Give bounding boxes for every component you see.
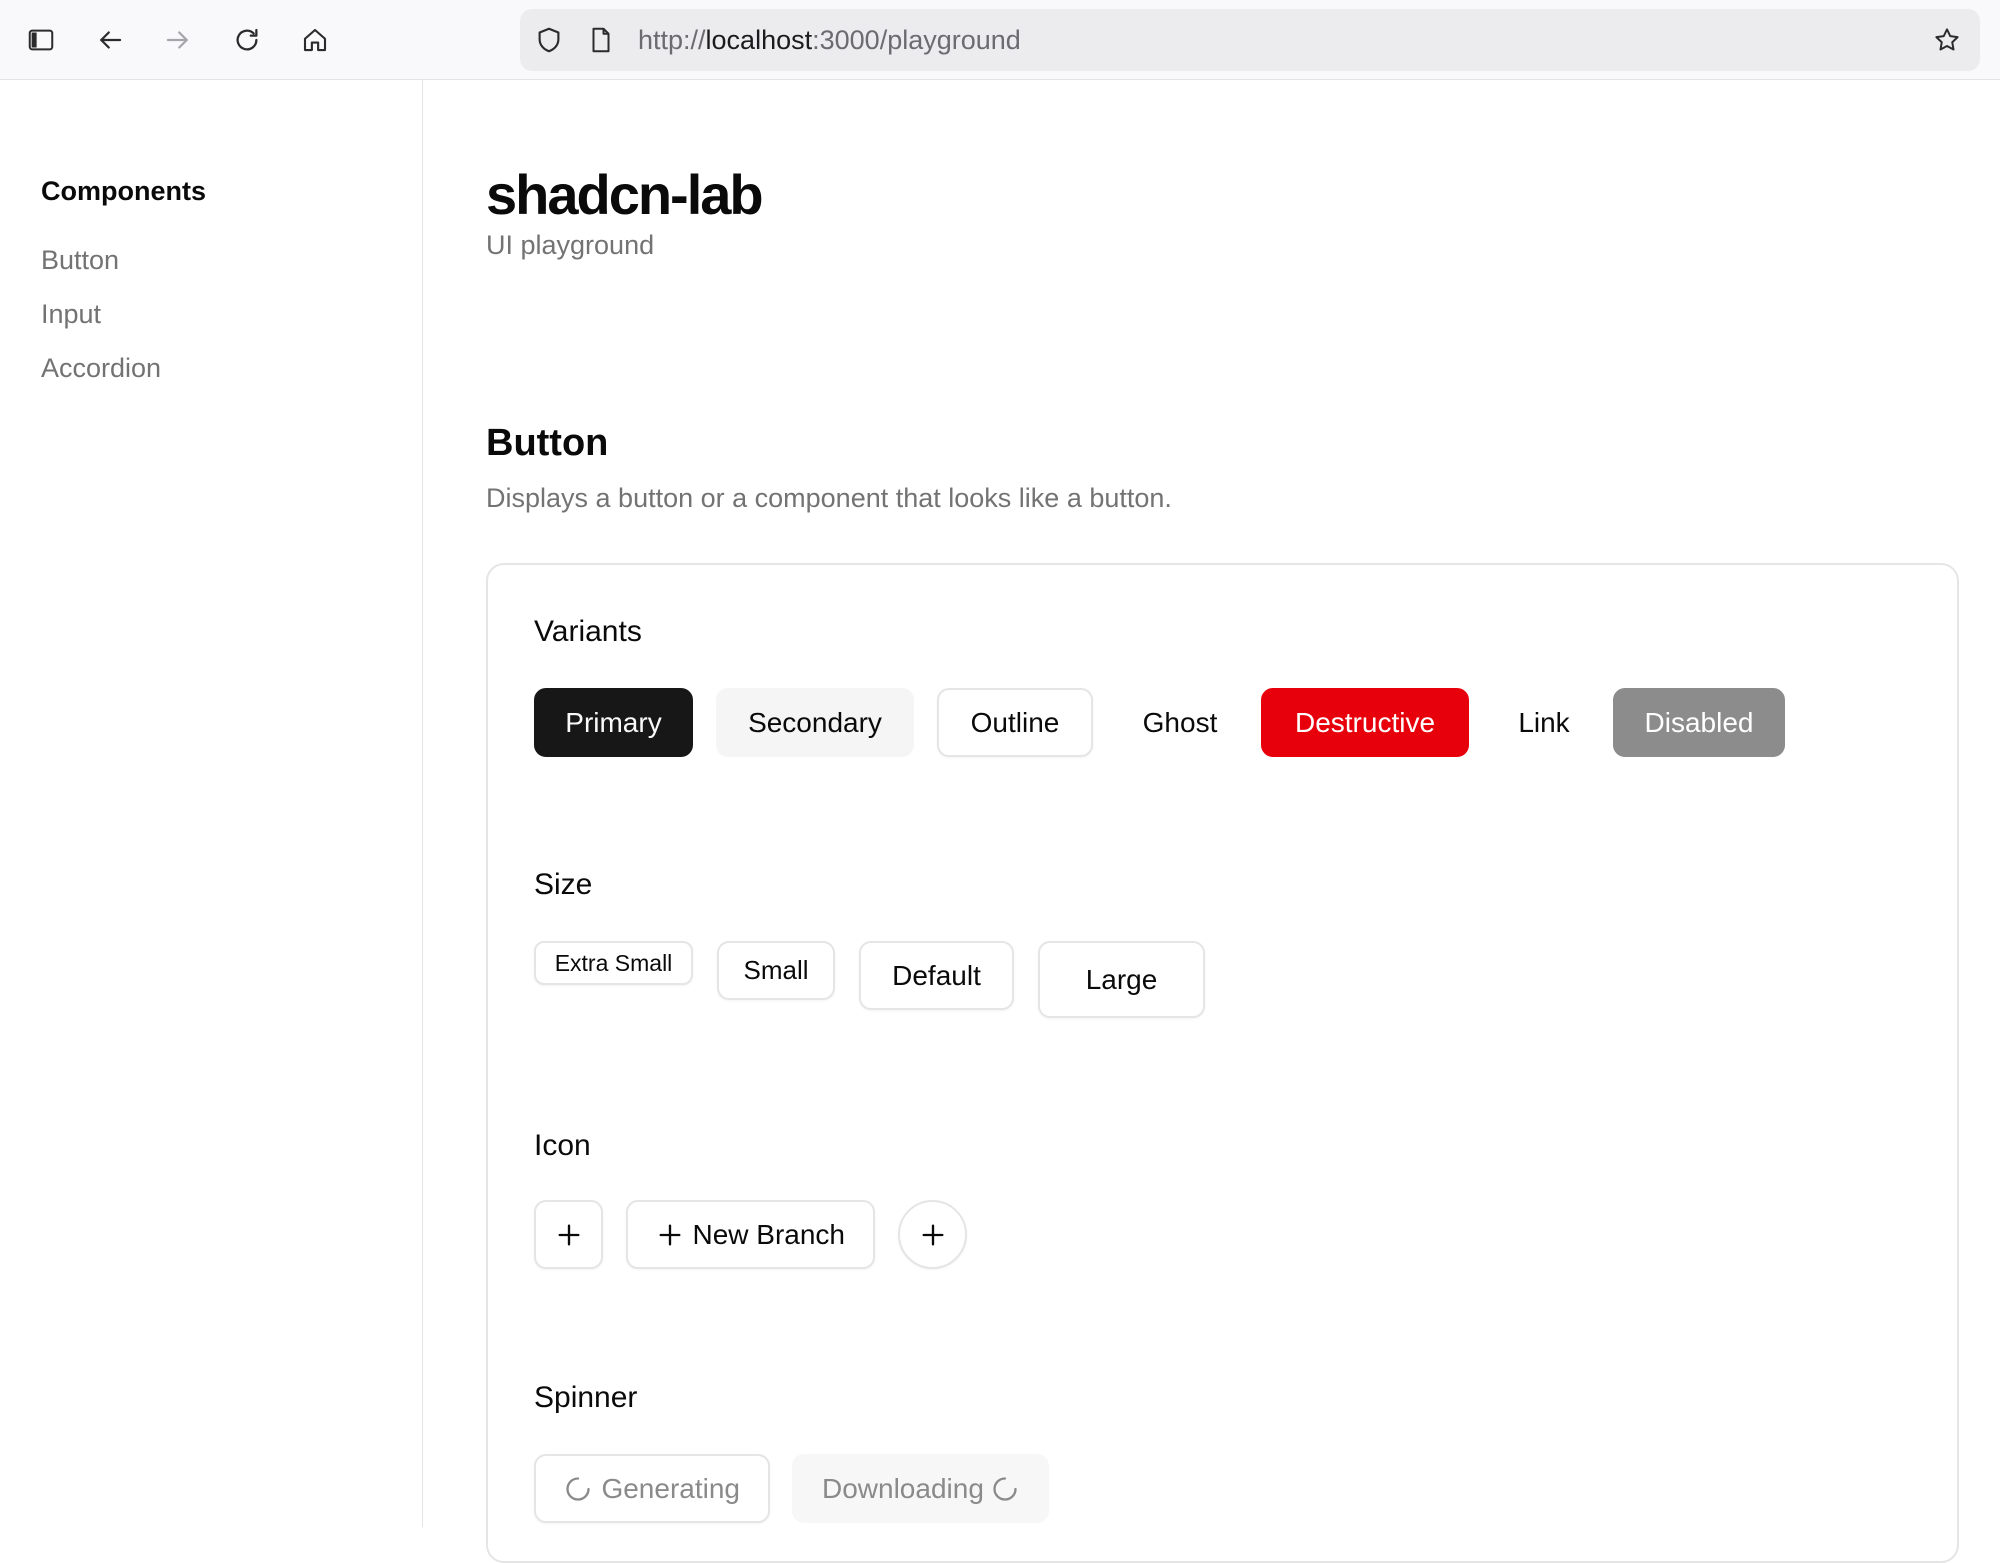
sidebar-item-accordion[interactable]: Accordion: [41, 353, 161, 384]
page-subtitle: UI playground: [486, 230, 655, 260]
page-title: shadcn-lab: [486, 163, 764, 226]
spinner-icon: [564, 1475, 592, 1503]
destructive-button[interactable]: Destructive: [1261, 688, 1469, 757]
plus-icon: [656, 1221, 684, 1249]
forward-arrow-icon[interactable]: [156, 18, 200, 62]
spinner-icon: [991, 1475, 1019, 1503]
url-path: :3000/playground: [812, 25, 1021, 55]
small-button[interactable]: Small: [717, 941, 835, 1000]
large-button[interactable]: Large: [1038, 941, 1205, 1018]
home-icon[interactable]: [293, 18, 337, 62]
outline-button[interactable]: Outline: [937, 688, 1093, 757]
main-content: shadcn-lab UI playground Button Displays…: [424, 80, 2000, 1563]
new-branch-button[interactable]: New Branch: [626, 1200, 875, 1269]
generating-button: Generating: [534, 1454, 770, 1523]
page-icon: [586, 25, 616, 55]
extra-small-button[interactable]: Extra Small: [534, 941, 693, 985]
primary-button[interactable]: Primary: [534, 688, 693, 757]
new-branch-label: New Branch: [692, 1218, 845, 1250]
sidebar-item-button[interactable]: Button: [41, 245, 119, 276]
back-arrow-icon[interactable]: [88, 18, 132, 62]
section-description: Displays a button or a component that lo…: [486, 483, 1172, 513]
secondary-button[interactable]: Secondary: [716, 688, 914, 757]
plus-icon: [919, 1221, 947, 1249]
link-button[interactable]: Link: [1484, 688, 1604, 757]
plus-icon: [555, 1221, 583, 1249]
address-bar[interactable]: http://localhost:3000/playground: [520, 9, 1980, 71]
url-text[interactable]: http://localhost:3000/playground: [638, 25, 1021, 55]
components-sidebar: Components Button Input Accordion: [0, 80, 423, 1527]
sidebar-toggle-icon[interactable]: [19, 18, 63, 62]
downloading-label: Downloading: [822, 1472, 984, 1504]
round-icon-button[interactable]: [898, 1200, 967, 1269]
spinner-row: Generating Downloading: [534, 1454, 1049, 1523]
button-demo-card: Variants Primary Secondary Outline Ghost…: [486, 563, 1959, 1563]
default-button[interactable]: Default: [859, 941, 1014, 1010]
disabled-button: Disabled: [1613, 688, 1785, 757]
icon-title: Icon: [534, 1129, 591, 1162]
sidebar-title: Components: [41, 176, 206, 206]
browser-toolbar: http://localhost:3000/playground: [0, 0, 2000, 80]
url-prefix: http://: [638, 25, 706, 55]
variants-row: Primary Secondary Outline Ghost Destruct…: [534, 688, 1785, 757]
sidebar-item-input[interactable]: Input: [41, 299, 101, 330]
shield-icon[interactable]: [534, 25, 564, 55]
star-icon[interactable]: [1932, 25, 1962, 55]
icon-row: New Branch: [534, 1200, 967, 1269]
generating-label: Generating: [601, 1472, 740, 1504]
spinner-title: Spinner: [534, 1381, 638, 1414]
url-host: localhost: [705, 25, 813, 55]
variants-title: Variants: [534, 615, 642, 648]
icon-button[interactable]: [534, 1200, 603, 1269]
reload-icon[interactable]: [225, 18, 269, 62]
size-title: Size: [534, 868, 593, 901]
size-row: Extra Small Small Default Large: [534, 941, 1205, 1018]
ghost-button[interactable]: Ghost: [1110, 688, 1250, 757]
downloading-button: Downloading: [792, 1454, 1049, 1523]
section-title: Button: [486, 422, 609, 464]
